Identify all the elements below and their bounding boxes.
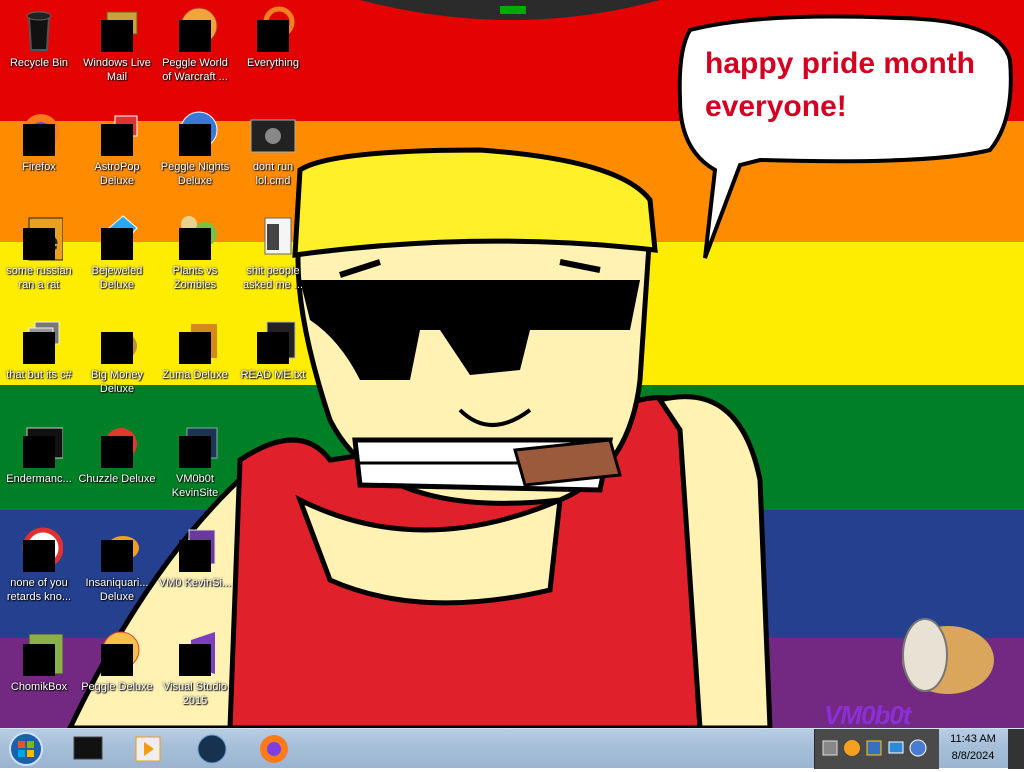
desktop-icon-zuma-deluxe[interactable]: Zuma Deluxe <box>156 314 234 382</box>
taskbar-item-command-prompt[interactable] <box>62 731 114 767</box>
start-button[interactable] <box>4 730 44 768</box>
desktop-icon-astropop-deluxe[interactable]: AstroPop Deluxe <box>78 106 156 188</box>
desktop-icon-some-russian-ran-a-rat[interactable]: e some russian ran a rat <box>0 210 78 292</box>
network-icon[interactable] <box>821 739 839 757</box>
desktop-icon-chuzzle-deluxe[interactable]: Chuzzle Deluxe <box>78 418 156 486</box>
command-prompt-icon <box>73 736 103 760</box>
chomikbox-icon <box>15 630 64 678</box>
show-desktop-button[interactable] <box>1008 729 1024 769</box>
taskbar-item-media-player[interactable] <box>122 731 174 767</box>
taskbar-item-globe-browser[interactable] <box>186 731 238 767</box>
system-tray <box>814 729 939 769</box>
desktop-icon-peggle-nights-deluxe[interactable]: Peggle Nights Deluxe <box>156 106 234 188</box>
desktop-icon-none-of-you[interactable]: none of you retards kno... <box>0 522 78 604</box>
desktop-icon-chomikbox[interactable]: ChomikBox <box>0 626 78 694</box>
pvz-icon <box>171 214 219 262</box>
clock-tray-icon[interactable] <box>909 739 927 757</box>
peggle-nights-icon <box>171 110 219 158</box>
zuma-icon <box>171 318 219 366</box>
firefox-icon <box>260 735 288 763</box>
desktop-icon-firefox[interactable]: Firefox <box>0 106 78 174</box>
display-icon[interactable] <box>887 739 905 757</box>
mail-icon <box>93 6 141 54</box>
money-bag-icon <box>93 318 141 366</box>
desktop-icon-everything[interactable]: Everything <box>234 2 312 70</box>
watermark-text: VM0b0t <box>824 700 911 728</box>
kevinsite-doc-icon <box>171 526 219 574</box>
speech-line-1: happy pride month <box>705 47 975 80</box>
desktop-icon-shit-people-asked-me[interactable]: shit people asked me ... <box>234 210 312 292</box>
cmd-script-icon <box>249 110 297 158</box>
desktop-icon-visual-studio-2015[interactable]: Visual Studio 2015 <box>156 626 234 708</box>
speech-bubble-text: happy pride month everyone! <box>705 42 995 128</box>
desktop-icon-big-money-deluxe[interactable]: Big Money Deluxe <box>78 314 156 396</box>
peggle-wow-icon <box>171 6 219 54</box>
recycle-bin-icon <box>15 6 63 54</box>
visual-studio-icon <box>171 630 219 678</box>
desktop-wallpaper: happy pride month everyone! VM0b0t Recyc… <box>0 0 1024 728</box>
stacked-files-icon <box>15 318 63 366</box>
speech-line-2: everyone! <box>705 90 847 123</box>
desktop-icon-dont-run-lol[interactable]: dont run lol.cmd <box>234 106 312 188</box>
bejeweled-icon <box>93 214 141 262</box>
taskbar-clock[interactable]: 11:43 AM 8/8/2024 <box>940 731 1006 767</box>
desktop-icon-bejeweled-deluxe[interactable]: Bejeweled Deluxe <box>78 210 156 292</box>
desktop-icon-plants-vs-zombies[interactable]: Plants vs Zombies <box>156 210 234 292</box>
chuzzle-icon <box>93 422 141 470</box>
desktop-icon-that-but-its-csharp[interactable]: that but its c# <box>0 314 78 382</box>
readme-file-icon <box>249 318 297 366</box>
desktop-icon-vm0-kevinsite[interactable]: VM0 KevinSi... <box>156 522 234 590</box>
taskbar-item-firefox[interactable] <box>248 731 300 767</box>
volume-icon[interactable] <box>865 739 883 757</box>
desktop-icon-peggle-world-of-warcraft[interactable]: Peggle World of Warcraft ... <box>156 2 234 84</box>
start-orb-icon <box>9 732 43 766</box>
firefox-icon <box>15 110 63 158</box>
desktop-icon-peggle-deluxe[interactable]: Peggle Deluxe <box>78 626 156 694</box>
terminal-icon <box>15 422 64 470</box>
desktop-icon-windows-live-mail[interactable]: Windows Live Mail <box>78 2 156 84</box>
peggle-icon <box>93 630 141 678</box>
everything-search-icon <box>249 6 297 54</box>
desktop-icon-vm0b0t-kevinsite[interactable]: VM0b0t KevinSite <box>156 418 234 500</box>
taskbar: 11:43 AM 8/8/2024 <box>0 728 1024 769</box>
desktop-icon-endermanch[interactable]: Endermanc... <box>0 418 78 486</box>
java-file-icon: e <box>15 214 64 262</box>
desktop-icon-recycle-bin[interactable]: Recycle Bin <box>0 2 78 70</box>
globe-browser-icon <box>197 734 227 764</box>
insaniquarium-icon <box>93 526 141 574</box>
clock-time: 11:43 AM <box>950 733 996 745</box>
clock-date: 8/8/2024 <box>951 750 995 762</box>
astropop-icon <box>93 110 141 158</box>
text-file-icon <box>249 214 297 262</box>
desktop-icon-insaniquarium-deluxe[interactable]: Insaniquari... Deluxe <box>78 522 156 604</box>
opera-icon <box>15 526 64 574</box>
peggle-tray-icon[interactable] <box>843 739 861 757</box>
desktop-icon-read-me[interactable]: READ ME.txt <box>234 314 312 382</box>
kevinsite-icon <box>171 422 219 470</box>
media-player-icon <box>135 736 161 762</box>
